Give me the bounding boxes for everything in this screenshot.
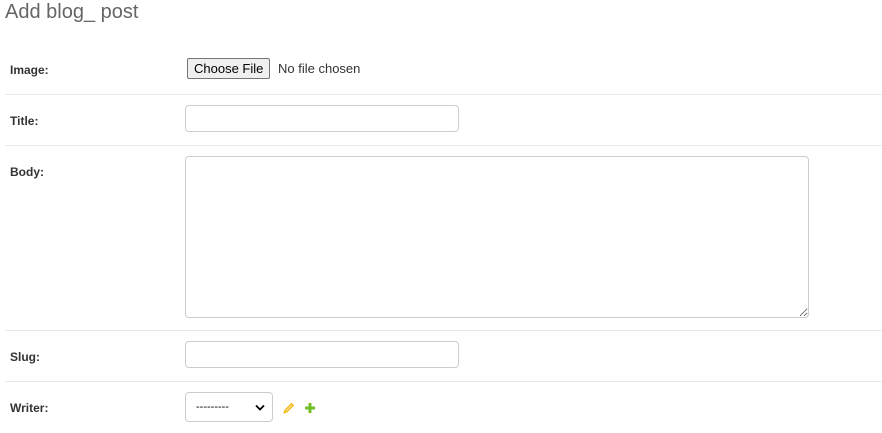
file-status-text: No file chosen <box>278 61 361 76</box>
body-textarea[interactable] <box>185 156 809 318</box>
writer-select[interactable]: --------- <box>185 392 273 422</box>
writer-label: Writer: <box>10 401 49 415</box>
pencil-icon <box>283 402 295 414</box>
writer-select-value: --------- <box>196 401 229 413</box>
chevron-down-icon <box>255 404 265 411</box>
body-label: Body: <box>10 165 44 179</box>
row-divider <box>5 330 882 331</box>
slug-input[interactable] <box>185 341 459 368</box>
slug-label: Slug: <box>10 350 40 364</box>
page-title: Add blog_ post <box>5 1 139 23</box>
row-divider <box>5 94 882 95</box>
image-label: Image: <box>10 63 49 77</box>
title-input[interactable] <box>185 105 459 132</box>
row-divider <box>5 145 882 146</box>
title-label: Title: <box>10 114 39 128</box>
add-blog-post-page: Add blog_ post Image: Choose File No fil… <box>0 0 882 433</box>
choose-file-button[interactable]: Choose File <box>187 58 271 79</box>
plus-icon[interactable] <box>303 401 317 415</box>
row-divider <box>5 381 882 382</box>
